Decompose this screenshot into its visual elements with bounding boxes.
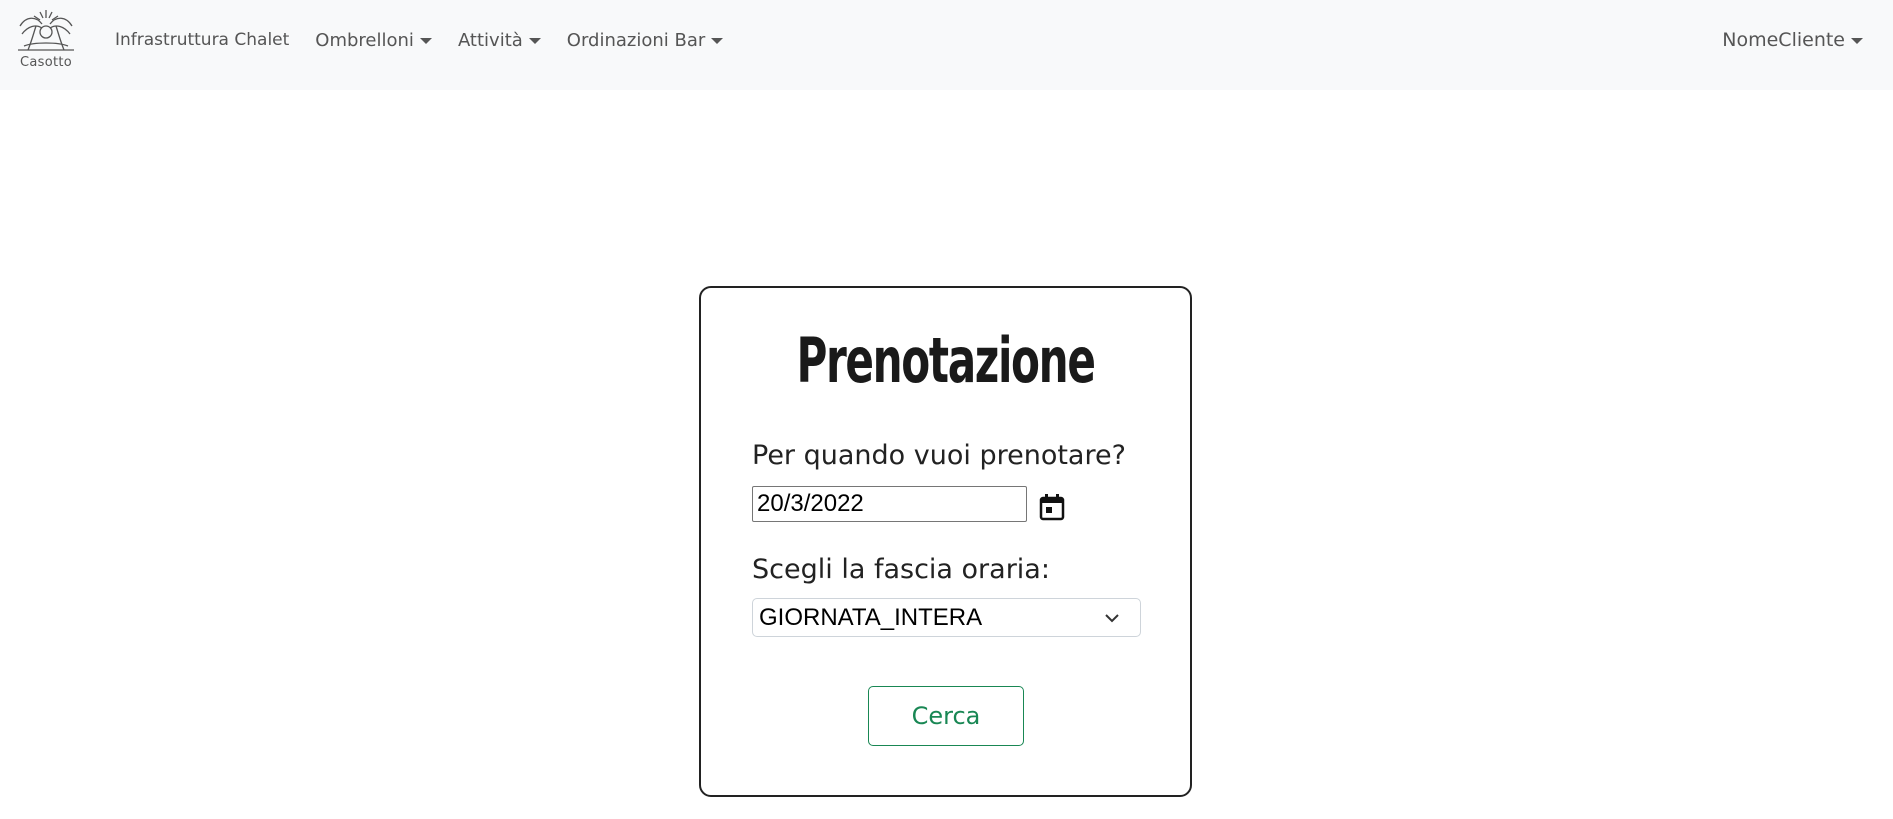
palm-tree-logo-icon <box>18 10 74 51</box>
date-input[interactable]: 20/3/2022 <box>752 486 1027 522</box>
nav-menu: Infrastruttura Chalet Ombrelloni Attivit… <box>115 0 749 80</box>
user-menu[interactable]: NomeCliente <box>1722 0 1863 80</box>
search-button[interactable]: Cerca <box>868 686 1024 746</box>
nav-item-label: Ordinazioni Bar <box>566 29 706 51</box>
brand-logo[interactable]: Casotto <box>14 6 78 74</box>
time-slot-select[interactable]: GIORNATA_INTERA <box>752 598 1141 637</box>
top-navbar: Casotto Infrastruttura Chalet Ombrelloni… <box>0 0 1893 90</box>
time-slot-value: GIORNATA_INTERA <box>759 603 983 631</box>
page-title: Prenotazione <box>796 324 1095 397</box>
date-label: Per quando vuoi prenotare? <box>752 440 1126 471</box>
chevron-down-icon <box>1105 613 1119 622</box>
nav-item-infrastruttura-chalet[interactable]: Infrastruttura Chalet <box>115 30 289 50</box>
user-name: NomeCliente <box>1722 29 1845 51</box>
caret-down-icon <box>419 37 432 44</box>
caret-down-icon <box>528 37 541 44</box>
date-value: 20/3/2022 <box>757 490 864 517</box>
nav-item-ombrelloni[interactable]: Ombrelloni <box>315 30 432 51</box>
caret-down-icon <box>1851 37 1863 44</box>
caret-down-icon <box>711 37 724 44</box>
nav-item-attivita[interactable]: Attività <box>458 30 541 51</box>
brand-name: Casotto <box>19 55 73 70</box>
slot-label: Scegli la fascia oraria: <box>752 554 1050 585</box>
nav-item-label: Ombrelloni <box>315 29 414 51</box>
booking-card: Prenotazione Per quando vuoi prenotare? … <box>699 286 1192 797</box>
nav-item-label: Infrastruttura Chalet <box>115 30 290 50</box>
search-button-label: Cerca <box>911 702 981 730</box>
nav-item-ordinazioni-bar[interactable]: Ordinazioni Bar <box>567 30 724 51</box>
calendar-icon[interactable] <box>1039 493 1065 521</box>
nav-item-label: Attività <box>457 29 523 51</box>
